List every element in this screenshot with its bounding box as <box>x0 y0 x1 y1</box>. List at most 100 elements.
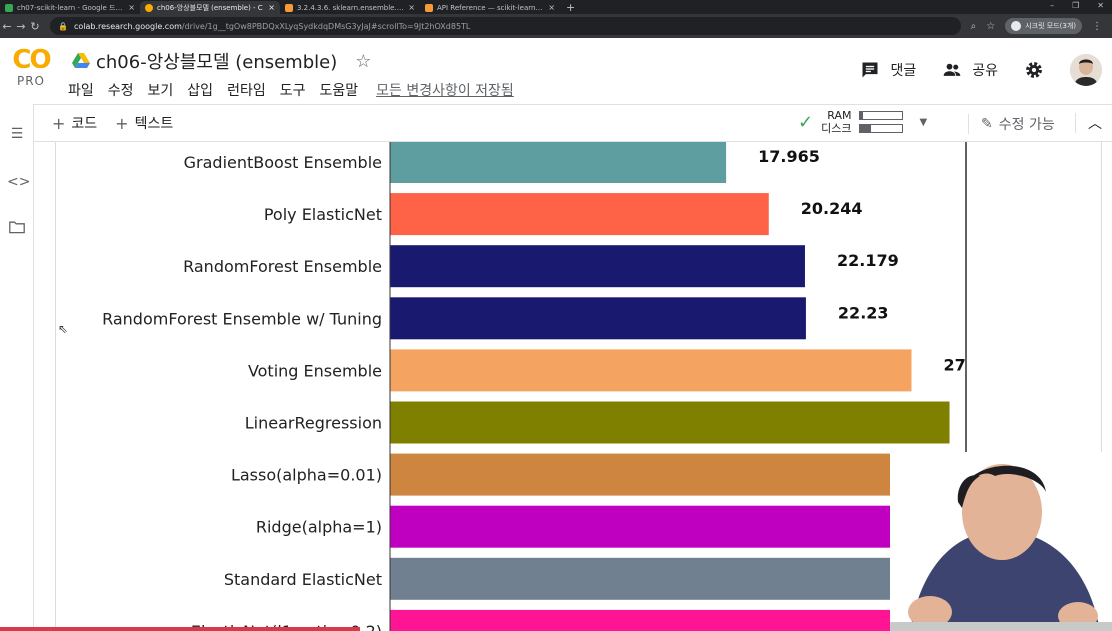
plus-icon: + <box>52 113 66 133</box>
browser-tab-title: 3.2.4.3.6. sklearn.ensemble.Grad <box>297 3 405 12</box>
menu-tools[interactable]: 도구 <box>280 80 314 100</box>
add-text-label: 텍스트 <box>134 116 174 132</box>
zoom-icon[interactable]: ⌕ <box>971 21 977 32</box>
resources-indicator[interactable]: ✓ RAM 디스크 ▼ <box>798 109 927 135</box>
browser-tab-title: API Reference — scikit-learn 0.2 <box>437 3 545 12</box>
comment-button[interactable]: 댓글 <box>860 60 916 80</box>
menu-insert[interactable]: 삽입 <box>187 80 221 100</box>
save-status-link[interactable]: 모든 변경사항이 저장됨 <box>376 80 514 100</box>
ram-label: RAM <box>827 109 852 122</box>
model-error-bar-chart: GradientBoost Ensemble 17.965 Poly Elastic… <box>102 142 965 631</box>
value-label: 27.872 <box>943 355 965 374</box>
menu-help[interactable]: 도움말 <box>319 80 366 100</box>
reload-icon[interactable]: ↻ <box>28 20 42 33</box>
user-avatar-icon <box>1070 54 1102 86</box>
bookmark-star-icon[interactable]: ☆ <box>986 21 995 32</box>
notebook-title[interactable]: ch06-앙상블모델 (ensemble) <box>96 48 337 74</box>
lock-icon: 🔒 <box>58 21 68 31</box>
window-controls: – ❐ ✕ <box>1050 0 1104 12</box>
folder-icon[interactable] <box>7 220 27 240</box>
minimize-icon[interactable]: – <box>1050 0 1054 12</box>
presenter-image <box>890 452 1112 631</box>
share-button[interactable]: 공유 <box>942 60 998 80</box>
disk-label: 디스크 <box>821 122 852 135</box>
bar <box>390 297 806 340</box>
connected-check-icon: ✓ <box>798 111 814 133</box>
browser-tab[interactable]: ch07-scikit-learn - Google 드라이 × <box>0 1 140 14</box>
bar <box>390 453 957 496</box>
add-text-button[interactable]: + 텍스트 <box>115 113 173 133</box>
google-drive-icon[interactable] <box>72 53 90 69</box>
colab-logo-text: CO <box>12 45 51 75</box>
back-icon[interactable]: ← <box>0 20 14 33</box>
comment-label: 댓글 <box>890 63 917 79</box>
browser-tab-title: ch07-scikit-learn - Google 드라이 <box>17 3 125 12</box>
code-snippets-icon[interactable]: <> <box>7 174 30 194</box>
category-label: RandomForest Ensemble <box>183 257 382 276</box>
close-tab-icon[interactable]: × <box>548 3 555 12</box>
browser-tab-active[interactable]: ch06-앙상블모델 (ensemble) - C × <box>140 1 280 14</box>
ram-usage-fill <box>860 112 863 119</box>
menu-edit[interactable]: 수정 <box>108 80 142 100</box>
collapse-header-button[interactable]: ︿ <box>1075 113 1102 133</box>
avatar[interactable] <box>1070 54 1102 86</box>
browser-menu-icon[interactable]: ⋮ <box>1092 21 1102 32</box>
notebook-toolbar: + 코드 + 텍스트 ✓ RAM 디스크 ▼ ✎ 수정 가능 ︿ <box>34 104 1112 142</box>
browser-tab-title: ch06-앙상블모델 (ensemble) - C <box>157 3 263 12</box>
url-host: colab.research.google.com <box>73 21 182 31</box>
sklearn-favicon-icon <box>285 3 293 12</box>
close-window-icon[interactable]: ✕ <box>1097 0 1104 12</box>
edit-mode-label: 수정 가능 <box>998 117 1055 133</box>
star-icon[interactable]: ☆ <box>355 51 371 72</box>
value-label: 20.244 <box>801 199 863 218</box>
category-label: LinearRegression <box>245 414 382 433</box>
browser-tab[interactable]: API Reference — scikit-learn 0.2 × <box>420 1 560 14</box>
colab-logo[interactable]: CO PRO <box>8 46 54 94</box>
disk-usage-bar <box>859 124 904 133</box>
address-bar: ← → ↻ 🔒 colab.research.google.com/drive/… <box>0 14 1112 38</box>
browser-tab[interactable]: 3.2.4.3.6. sklearn.ensemble.Grad × <box>280 1 420 14</box>
chevron-up-icon: ︿ <box>1088 116 1102 132</box>
category-label: Voting Ensemble <box>248 361 382 380</box>
menu-runtime[interactable]: 런타임 <box>227 80 274 100</box>
chevron-down-icon[interactable]: ▼ <box>919 117 927 128</box>
bar <box>390 401 950 444</box>
add-code-button[interactable]: + 코드 <box>52 113 97 133</box>
value-label: 22.23 <box>838 303 889 322</box>
menu-file[interactable]: 파일 <box>68 80 102 100</box>
sklearn-favicon-icon <box>425 3 433 12</box>
bar <box>390 609 965 631</box>
close-tab-icon[interactable]: × <box>128 3 135 12</box>
profile-label: 시크릿 모드(3개) <box>1025 22 1076 30</box>
restore-icon[interactable]: ❐ <box>1072 0 1079 12</box>
gear-icon[interactable] <box>1024 60 1044 80</box>
plan-label: PRO <box>16 74 46 88</box>
bar <box>390 557 965 600</box>
category-label: Ridge(alpha=1) <box>256 518 382 537</box>
colab-header: CO PRO ch06-앙상블모델 (ensemble) ☆ 파일 수정 보기 … <box>0 38 1112 104</box>
value-label: 17.965 <box>758 147 820 166</box>
forward-icon[interactable]: → <box>14 20 28 33</box>
table-of-contents-icon[interactable]: ☰ <box>7 126 27 146</box>
bar <box>390 193 769 236</box>
url-field[interactable]: 🔒 colab.research.google.com/drive/1g__tg… <box>50 17 961 35</box>
close-tab-icon[interactable]: × <box>268 3 275 12</box>
menu-view[interactable]: 보기 <box>148 80 182 100</box>
pencil-icon: ✎ <box>981 116 993 132</box>
incognito-icon <box>1011 21 1022 31</box>
new-tab-button[interactable]: + <box>560 1 581 14</box>
left-rail: ☰ <> <box>0 104 34 631</box>
category-label: Standard ElasticNet <box>224 570 382 589</box>
video-progress-bar <box>0 627 360 631</box>
category-label: Lasso(alpha=0.01) <box>231 466 382 485</box>
bar <box>390 505 963 548</box>
edit-mode-button[interactable]: ✎ 수정 가능 <box>968 114 1055 134</box>
bar <box>390 245 805 288</box>
bar <box>390 349 912 392</box>
comment-icon <box>862 62 878 78</box>
close-tab-icon[interactable]: × <box>408 3 415 12</box>
people-icon <box>943 63 961 76</box>
incognito-profile-button[interactable]: 시크릿 모드(3개) <box>1005 18 1082 34</box>
category-label: Poly ElasticNet <box>264 205 382 224</box>
ram-usage-bar <box>859 111 904 120</box>
